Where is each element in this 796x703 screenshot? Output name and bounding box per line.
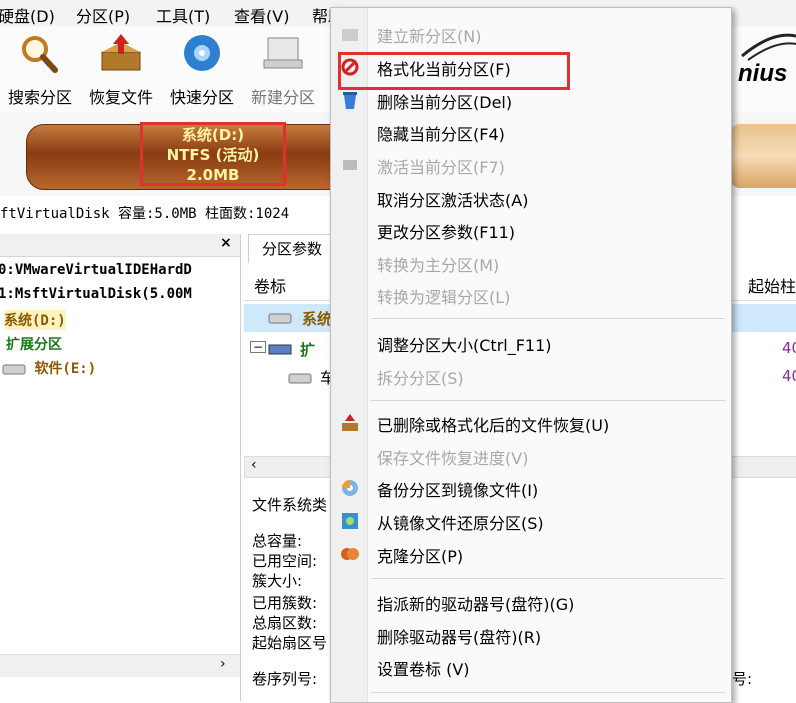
partition-label-highlight: 系统(D:) NTFS (活动) 2.0MB: [140, 122, 286, 186]
disk-info: ftVirtualDisk 容量:5.0MB 柱面数:1024: [0, 206, 290, 222]
row-system-label: 系统: [302, 310, 333, 328]
menu-item-assign-drive-letter[interactable]: 指派新的驱动器号(盘符)(G): [377, 591, 574, 615]
drive-icon: [268, 313, 292, 324]
tree-disk-0[interactable]: 0:VMwareVirtualIDEHardD: [0, 262, 192, 278]
menu-separator: [371, 578, 725, 579]
col-start-cylinder[interactable]: 起始柱: [748, 273, 796, 297]
menu-item-file-recovery[interactable]: 已删除或格式化后的文件恢复(U): [377, 412, 609, 436]
drive-icon: [288, 373, 312, 384]
quick-partition-label: 快速分区: [169, 88, 234, 107]
recover-files-label: 恢复文件: [88, 88, 153, 107]
menu-item-restore-from-image[interactable]: 从镜像文件还原分区(S): [377, 510, 544, 534]
menu-item-activate-partition[interactable]: 激活当前分区(F7): [377, 154, 505, 178]
info-trailing: 号:: [732, 670, 753, 688]
info-start-sector: 起始扇区号: [252, 634, 328, 652]
tab-partition-params[interactable]: 分区参数: [248, 234, 336, 263]
recover-files-button[interactable]: 恢复文件: [81, 32, 161, 108]
partition-fs: NTFS (活动): [166, 146, 260, 164]
recover-files-icon: [101, 34, 141, 71]
menu-item-hide-partition[interactable]: 隐藏当前分区(F4): [377, 121, 505, 145]
info-total-sectors: 总扇区数:: [252, 614, 318, 632]
left-horizontal-scrollbar[interactable]: ›: [0, 654, 240, 677]
info-used-space: 已用空间:: [252, 552, 318, 570]
restore-image-icon: [342, 513, 358, 529]
row-software-start: 40: [782, 367, 796, 385]
brand-text: nius: [738, 60, 788, 87]
new-partition-button[interactable]: 新建分区: [243, 32, 323, 108]
menu-item-delete-partition[interactable]: 删除当前分区(Del): [377, 89, 512, 113]
partition-context-menu: 建立新分区(N) 格式化当前分区(F) 删除当前分区(Del) 隐藏当前分区(F…: [330, 7, 732, 703]
format-item-highlight-box: [338, 52, 570, 90]
tree-partition-system[interactable]: 系统(D:): [4, 310, 66, 330]
disk-icon: [268, 344, 292, 355]
menu-item-deactivate-partition[interactable]: 取消分区激活状态(A): [377, 187, 528, 211]
info-used-clusters: 已用簇数:: [252, 594, 318, 612]
menu-item-set-volume-label[interactable]: 设置卷标 (V): [377, 656, 470, 680]
disk-tree-pane: × 0:VMwareVirtualIDEHardD 1:MsftVirtualD…: [0, 234, 241, 701]
menu-item-convert-logical[interactable]: 转换为逻辑分区(L): [377, 284, 510, 308]
menu-item-remove-drive-letter[interactable]: 删除驱动器号(盘符)(R): [377, 624, 541, 648]
close-icon[interactable]: ×: [220, 235, 232, 251]
partition-name: 系统(D:): [181, 126, 245, 144]
menu-tools[interactable]: 工具(T): [156, 3, 210, 27]
tree-partition-software-label: 软件(E:): [34, 361, 97, 377]
partition-size: 2.0MB: [186, 166, 240, 184]
tree-pane-header: ×: [0, 234, 240, 257]
menu-icon-gutter: [331, 8, 368, 702]
tree-partition-software[interactable]: 软件(E:): [2, 358, 96, 378]
new-partition-icon: [342, 29, 358, 41]
tree-disk-1[interactable]: 1:MsftVirtualDisk(5.00M: [0, 286, 192, 302]
backup-image-icon: [342, 480, 358, 496]
menu-item-clone-partition[interactable]: 克隆分区(P): [377, 543, 463, 567]
menu-disk[interactable]: 硬盘(D): [0, 3, 55, 27]
menu-view[interactable]: 查看(V): [234, 3, 289, 27]
drive-icon: [2, 364, 26, 375]
row-extended-label: 扩: [300, 341, 316, 359]
menu-item-new-partition[interactable]: 建立新分区(N): [377, 23, 481, 47]
menu-item-resize-partition[interactable]: 调整分区大小(Ctrl_F11): [377, 332, 552, 356]
info-cluster-size: 簇大小:: [252, 572, 303, 590]
clone-icon: [341, 548, 359, 560]
partition-bar-free[interactable]: [730, 124, 796, 188]
search-partition-icon: [22, 36, 58, 73]
quick-partition-button[interactable]: 快速分区: [162, 32, 242, 108]
brand-logo: nius: [732, 26, 796, 106]
menu-item-backup-to-image[interactable]: 备份分区到镜像文件(I): [377, 477, 538, 501]
search-partition-button[interactable]: 搜索分区: [0, 32, 80, 108]
row-extended-start: 40: [782, 339, 796, 357]
scroll-left-icon[interactable]: ‹: [251, 457, 257, 473]
menu-separator: [371, 318, 725, 319]
quick-partition-icon: [184, 35, 220, 71]
delete-icon: [343, 92, 357, 109]
menu-item-convert-primary[interactable]: 转换为主分区(M): [377, 252, 499, 276]
tree-partition-extended[interactable]: 扩展分区: [6, 334, 62, 354]
menu-separator: [371, 400, 725, 401]
col-volume-label[interactable]: 卷标: [254, 273, 286, 297]
menu-item-save-recovery-progress[interactable]: 保存文件恢复进度(V): [377, 445, 528, 469]
info-total-capacity: 总容量:: [252, 532, 303, 550]
menu-separator: [371, 692, 725, 693]
info-volume-serial: 卷序列号:: [252, 670, 318, 688]
new-partition-label: 新建分区: [250, 88, 315, 107]
new-partition-icon: [263, 37, 303, 69]
file-recovery-icon: [342, 414, 358, 431]
search-partition-label: 搜索分区: [7, 88, 72, 107]
menu-partition[interactable]: 分区(P): [76, 3, 130, 27]
menu-item-change-params[interactable]: 更改分区参数(F11): [377, 219, 515, 243]
scroll-right-icon[interactable]: ›: [220, 656, 226, 672]
menu-item-split-partition[interactable]: 拆分分区(S): [377, 365, 464, 389]
activate-icon: [343, 160, 357, 170]
collapse-icon[interactable]: −: [250, 341, 267, 353]
fs-label: 文件系统类: [252, 496, 328, 514]
